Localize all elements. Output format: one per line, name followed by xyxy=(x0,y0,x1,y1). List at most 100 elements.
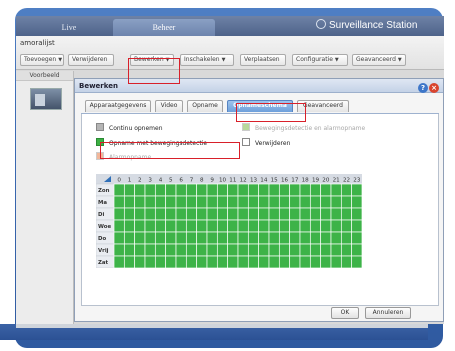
add-camera-button[interactable]: Toevoegen ▼ xyxy=(20,54,64,66)
schedule-cell[interactable] xyxy=(113,183,125,197)
schedule-cell[interactable] xyxy=(196,243,208,257)
schedule-cell[interactable] xyxy=(134,183,146,197)
enable-camera-button[interactable]: Inschakelen ▼ xyxy=(180,54,234,66)
schedule-cell[interactable] xyxy=(154,231,167,245)
tab-video[interactable]: Video xyxy=(155,100,183,112)
schedule-cell[interactable] xyxy=(154,255,167,268)
schedule-cell[interactable] xyxy=(123,183,136,197)
hour-label[interactable]: 9 xyxy=(210,178,214,184)
day-label[interactable]: Woe xyxy=(98,224,111,230)
schedule-cell[interactable] xyxy=(165,219,177,233)
hour-label[interactable]: 21 xyxy=(333,178,341,184)
schedule-cell[interactable] xyxy=(351,231,362,245)
schedule-cell[interactable] xyxy=(113,255,125,268)
schedule-cell[interactable] xyxy=(247,243,260,257)
schedule-cell[interactable] xyxy=(340,219,353,233)
ok-button[interactable]: OK xyxy=(331,307,359,319)
schedule-cell[interactable] xyxy=(227,219,239,233)
schedule-cell[interactable] xyxy=(216,219,229,233)
advanced-toolbar-button[interactable]: Geavanceerd ▼ xyxy=(352,54,406,66)
schedule-cell[interactable] xyxy=(247,219,260,233)
schedule-cell[interactable] xyxy=(320,195,332,209)
schedule-cell[interactable] xyxy=(216,231,229,245)
schedule-cell[interactable] xyxy=(258,207,270,221)
hour-label[interactable]: 5 xyxy=(169,178,173,184)
schedule-cell[interactable] xyxy=(299,243,311,257)
schedule-cell[interactable] xyxy=(299,219,311,233)
schedule-cell[interactable] xyxy=(258,243,270,257)
schedule-cell[interactable] xyxy=(237,219,249,233)
schedule-cell[interactable] xyxy=(299,183,311,197)
schedule-cell[interactable] xyxy=(185,195,198,209)
schedule-cell[interactable] xyxy=(175,207,187,221)
hour-label[interactable]: 17 xyxy=(291,178,299,184)
schedule-cell[interactable] xyxy=(216,183,229,197)
schedule-cell[interactable] xyxy=(227,207,239,221)
schedule-cell[interactable] xyxy=(123,255,136,268)
cancel-button[interactable]: Annuleren xyxy=(365,307,411,319)
schedule-cell[interactable] xyxy=(123,219,136,233)
schedule-cell[interactable] xyxy=(247,207,260,221)
schedule-cell[interactable] xyxy=(227,231,239,245)
hour-label[interactable]: 19 xyxy=(312,178,320,184)
schedule-cell[interactable] xyxy=(227,195,239,209)
schedule-cell[interactable] xyxy=(216,207,229,221)
schedule-cell[interactable] xyxy=(237,183,249,197)
schedule-cell[interactable] xyxy=(185,183,198,197)
schedule-cell[interactable] xyxy=(309,219,322,233)
schedule-cell[interactable] xyxy=(340,243,353,257)
schedule-cell[interactable] xyxy=(175,219,187,233)
schedule-cell[interactable] xyxy=(247,231,260,245)
hour-label[interactable]: 1 xyxy=(128,178,132,184)
tab-live[interactable]: Live xyxy=(30,19,108,36)
schedule-cell[interactable] xyxy=(299,255,311,268)
schedule-cell[interactable] xyxy=(320,183,332,197)
help-icon[interactable]: ? xyxy=(418,83,428,93)
schedule-cell[interactable] xyxy=(340,231,353,245)
schedule-cell[interactable] xyxy=(340,183,353,197)
schedule-cell[interactable] xyxy=(258,231,270,245)
tab-recording-schedule[interactable]: Opnameschema xyxy=(227,100,293,112)
schedule-cell[interactable] xyxy=(216,195,229,209)
schedule-cell[interactable] xyxy=(330,231,342,245)
schedule-cell[interactable] xyxy=(258,183,270,197)
schedule-cell[interactable] xyxy=(268,243,280,257)
schedule-cell[interactable] xyxy=(165,195,177,209)
schedule-cell[interactable] xyxy=(299,231,311,245)
schedule-cell[interactable] xyxy=(309,183,322,197)
schedule-cell[interactable] xyxy=(320,243,332,257)
edit-camera-button[interactable]: Bewerken ▼ xyxy=(130,54,174,66)
schedule-cell[interactable] xyxy=(330,183,342,197)
schedule-cell[interactable] xyxy=(206,183,218,197)
schedule-cell[interactable] xyxy=(134,207,146,221)
schedule-cell[interactable] xyxy=(206,195,218,209)
schedule-cell[interactable] xyxy=(237,255,249,268)
schedule-cell[interactable] xyxy=(175,231,187,245)
schedule-cell[interactable] xyxy=(258,255,270,268)
schedule-cell[interactable] xyxy=(278,219,291,233)
schedule-cell[interactable] xyxy=(216,243,229,257)
schedule-cell[interactable] xyxy=(340,195,353,209)
schedule-cell[interactable] xyxy=(258,195,270,209)
day-label[interactable]: Zon xyxy=(98,188,110,194)
schedule-cell[interactable] xyxy=(330,195,342,209)
schedule-cell[interactable] xyxy=(237,243,249,257)
schedule-cell[interactable] xyxy=(123,231,136,245)
schedule-cell[interactable] xyxy=(206,219,218,233)
hour-label[interactable]: 0 xyxy=(117,178,121,184)
hour-label[interactable]: 11 xyxy=(229,178,237,184)
schedule-cell[interactable] xyxy=(185,207,198,221)
schedule-cell[interactable] xyxy=(165,231,177,245)
schedule-cell[interactable] xyxy=(247,183,260,197)
schedule-cell[interactable] xyxy=(113,219,125,233)
schedule-cell[interactable] xyxy=(278,195,291,209)
schedule-cell[interactable] xyxy=(196,231,208,245)
hour-label[interactable]: 10 xyxy=(219,178,227,184)
schedule-cell[interactable] xyxy=(237,195,249,209)
schedule-cell[interactable] xyxy=(123,195,136,209)
schedule-cell[interactable] xyxy=(144,255,156,268)
schedule-cell[interactable] xyxy=(206,255,218,268)
schedule-cell[interactable] xyxy=(134,195,146,209)
schedule-cell[interactable] xyxy=(289,207,301,221)
schedule-cell[interactable] xyxy=(206,207,218,221)
